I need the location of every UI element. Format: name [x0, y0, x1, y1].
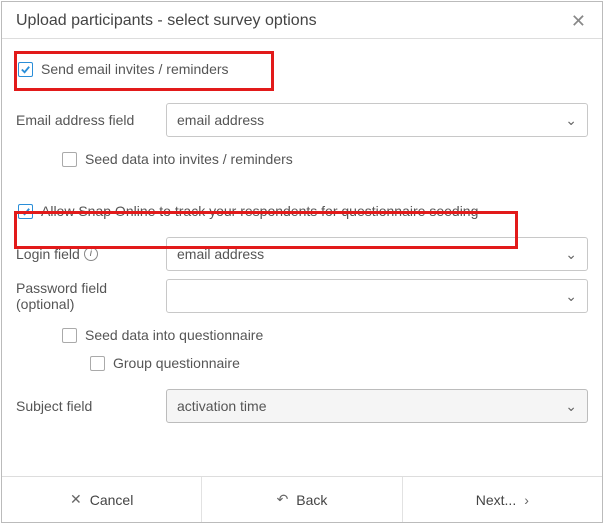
chevron-down-icon: ⌄	[565, 112, 577, 129]
next-button[interactable]: Next... ›	[403, 477, 602, 522]
subject-field-label: Subject field	[16, 398, 166, 414]
seed-questionnaire-row[interactable]: Seed data into questionnaire	[60, 321, 588, 349]
info-icon[interactable]: i	[84, 247, 98, 261]
group-questionnaire-row[interactable]: Group questionnaire	[88, 349, 588, 377]
check-icon	[20, 64, 31, 75]
send-invites-label: Send email invites / reminders	[41, 61, 229, 77]
seed-invites-label: Seed data into invites / reminders	[85, 151, 293, 167]
chevron-down-icon: ⌄	[565, 288, 577, 305]
subject-field-value: activation time	[177, 398, 266, 414]
tracking-label: Allow Snap Online to track your responde…	[41, 203, 478, 219]
cancel-button[interactable]: ✕ Cancel	[2, 477, 202, 522]
email-field-row: Email address field email address ⌄	[16, 103, 588, 137]
email-field-value: email address	[177, 112, 264, 128]
login-field-label: Login field i	[16, 246, 166, 262]
password-field-select[interactable]: ⌄	[166, 279, 588, 313]
next-label: Next...	[476, 492, 516, 508]
group-questionnaire-checkbox[interactable]	[90, 356, 105, 371]
close-icon: ✕	[571, 11, 586, 31]
content: Send email invites / reminders Email add…	[2, 39, 602, 476]
buttonbar: ✕ Cancel ↶ Back Next... ›	[2, 476, 602, 522]
subject-field-select[interactable]: activation time ⌄	[166, 389, 588, 423]
close-button[interactable]: ✕	[567, 12, 590, 30]
tracking-checkbox[interactable]	[18, 204, 33, 219]
group-questionnaire-label: Group questionnaire	[113, 355, 240, 371]
cancel-icon: ✕	[70, 491, 82, 508]
email-field-select[interactable]: email address ⌄	[166, 103, 588, 137]
login-field-select[interactable]: email address ⌄	[166, 237, 588, 271]
back-icon: ↶	[277, 491, 289, 508]
seed-invites-row[interactable]: Seed data into invites / reminders	[60, 145, 588, 173]
email-field-label: Email address field	[16, 112, 166, 128]
password-field-row: Password field (optional) ⌄	[16, 279, 588, 313]
subject-field-row: Subject field activation time ⌄	[16, 389, 588, 423]
seed-questionnaire-checkbox[interactable]	[62, 328, 77, 343]
back-button[interactable]: ↶ Back	[202, 477, 402, 522]
cancel-label: Cancel	[90, 492, 134, 508]
tracking-row[interactable]: Allow Snap Online to track your responde…	[16, 197, 588, 225]
login-field-value: email address	[177, 246, 264, 262]
seed-invites-checkbox[interactable]	[62, 152, 77, 167]
seed-questionnaire-label: Seed data into questionnaire	[85, 327, 263, 343]
login-field-row: Login field i email address ⌄	[16, 237, 588, 271]
send-invites-row[interactable]: Send email invites / reminders	[16, 55, 588, 83]
chevron-down-icon: ⌄	[565, 246, 577, 263]
chevron-down-icon: ⌄	[565, 398, 577, 415]
password-field-label: Password field (optional)	[16, 280, 166, 312]
dialog: Upload participants - select survey opti…	[1, 1, 603, 523]
titlebar: Upload participants - select survey opti…	[2, 2, 602, 39]
dialog-title: Upload participants - select survey opti…	[16, 12, 317, 30]
check-icon	[20, 206, 31, 217]
back-label: Back	[296, 492, 327, 508]
chevron-right-icon: ›	[524, 492, 529, 508]
send-invites-checkbox[interactable]	[18, 62, 33, 77]
